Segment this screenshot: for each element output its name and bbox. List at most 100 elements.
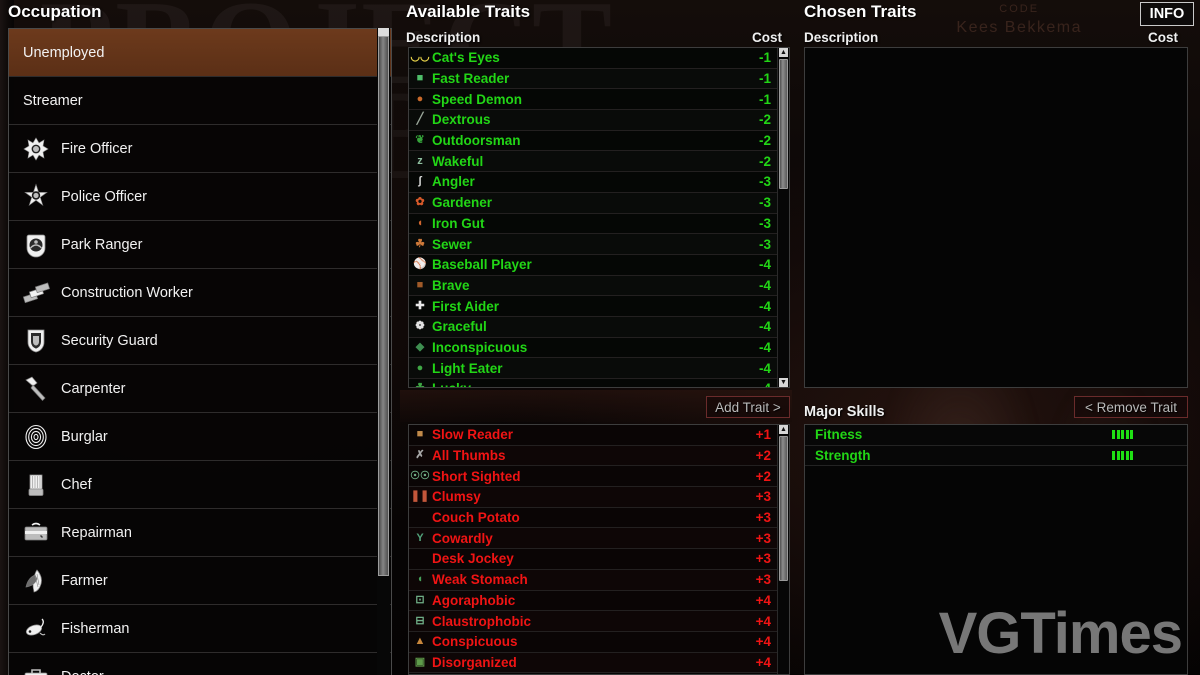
major-skill-name: Strength [815, 448, 871, 464]
occupation-item-park-ranger[interactable]: Park Ranger [9, 221, 391, 269]
trait-cost: -2 [758, 112, 771, 128]
trait-row[interactable]: ◖ Iron Gut -3 [409, 213, 777, 235]
trait-row[interactable]: ✗ All Thumbs +2 [409, 445, 777, 467]
negative-traits-scroll-thumb[interactable] [779, 436, 788, 581]
positive-traits-scrollbar[interactable]: ▲ ▼ [777, 48, 789, 387]
occupation-scroll-thumb[interactable] [378, 36, 389, 576]
credit-label: CODE [999, 3, 1040, 15]
trait-cost: +3 [755, 510, 771, 526]
trait-row[interactable]: Υ Cowardly +3 [409, 528, 777, 550]
occupation-item-construction-worker[interactable]: Construction Worker [9, 269, 391, 317]
bear-icon: ■ [416, 278, 424, 291]
chosen-traits-description-header: Description [804, 30, 879, 45]
cat-eyes-icon: ◡◡ [410, 51, 430, 64]
occupation-item-label: Burglar [61, 428, 108, 445]
occupation-item-label: Unemployed [23, 44, 105, 61]
trait-row[interactable]: ✚ First Aider -4 [409, 296, 777, 317]
negative-traits-scroll-up-arrow[interactable]: ▲ [779, 425, 788, 434]
trait-name: First Aider [432, 298, 500, 314]
occupation-item-repairman[interactable]: Repairman [9, 509, 391, 557]
trait-cost: +4 [755, 634, 771, 650]
trait-row[interactable]: ☘ Sewer -3 [409, 234, 777, 255]
positive-traits-scroll-down-arrow[interactable]: ▼ [779, 378, 788, 387]
occupation-item-farmer[interactable]: Farmer [9, 557, 391, 605]
trait-cost: -4 [758, 298, 771, 314]
trait-name: Claustrophobic [432, 613, 532, 629]
occupation-item-label: Police Officer [61, 188, 147, 205]
trait-row[interactable]: ◡◡ Cat's Eyes -1 [409, 48, 777, 69]
trait-name: Short Sighted [432, 468, 521, 484]
trait-cost: +3 [755, 572, 771, 588]
vgtimes-watermark: VGTimes [938, 601, 1183, 666]
trait-row[interactable]: ◆ Inconspicuous -4 [409, 337, 777, 359]
occupation-item-streamer[interactable]: Streamer [9, 77, 391, 125]
scared-icon: Υ [416, 531, 424, 544]
trait-cost: +1 [755, 427, 771, 443]
fingerprint-icon [21, 422, 51, 452]
occupation-scrollbar[interactable] [377, 28, 390, 675]
trait-row[interactable]: ■ Slow Reader +1 [409, 425, 777, 446]
occupation-item-police-officer[interactable]: Police Officer [9, 173, 391, 221]
trait-cost: -4 [751, 381, 771, 387]
trait-row[interactable]: ✿ Gardener -3 [409, 192, 777, 214]
background-credit: CODE Kees Bekkema [956, 2, 1082, 38]
occupation-item-label: Security Guard [61, 332, 158, 349]
trait-name: Weak Stomach [432, 572, 528, 588]
occupation-item-fire-officer[interactable]: Fire Officer [9, 125, 391, 173]
chosen-traits-list[interactable] [804, 47, 1188, 388]
positive-traits-scroll-thumb[interactable] [779, 59, 788, 189]
trait-row[interactable]: ▲ Conspicuous +4 [409, 631, 777, 653]
trait-row[interactable]: ■ Fast Reader -1 [409, 68, 777, 90]
trait-row[interactable]: ❦ Outdoorsman -2 [409, 130, 777, 152]
trait-row[interactable]: z Wakeful -2 [409, 151, 777, 173]
trait-row[interactable]: ❚❚ Clumsy +3 [409, 487, 777, 508]
trait-row[interactable]: ⊡ Agoraphobic +4 [409, 590, 777, 612]
trait-name: Cowardly [432, 530, 493, 546]
trait-row[interactable]: ❁ Graceful -4 [409, 316, 777, 338]
trait-row[interactable]: ☘ Lucky-4 [409, 379, 777, 387]
negative-traits-list[interactable]: ■ Slow Reader +1 ✗ All Thumbs +2 ☉☉ Short Sight… [408, 424, 790, 675]
corn-icon [21, 566, 51, 596]
info-button[interactable]: INFO [1140, 2, 1194, 26]
positive-traits-scroll-up-arrow[interactable]: ▲ [779, 48, 788, 57]
trait-name: Brave [432, 277, 470, 293]
trait-row[interactable]: ■ Brave -4 [409, 275, 777, 297]
occupation-item-doctor[interactable]: Doctor [9, 653, 391, 675]
trait-cost: +4 [755, 592, 771, 608]
baseball-icon: ⚾ [413, 258, 427, 271]
occupation-item-burglar[interactable]: Burglar [9, 413, 391, 461]
trait-row[interactable]: Couch Potato +3 [409, 507, 777, 529]
occupation-item-label: Farmer [61, 572, 108, 589]
occupation-item-label: Fire Officer [61, 140, 133, 157]
flower-icon: ✿ [415, 196, 425, 209]
trait-row[interactable]: ▣ Disorganized +4 [409, 652, 777, 674]
trait-row[interactable]: ● Speed Demon -1 [409, 89, 777, 111]
trait-row[interactable]: ● Light Eater -4 [409, 358, 777, 379]
chosen-traits-title: Chosen Traits [804, 2, 917, 21]
trait-row[interactable]: ╱ Dextrous -2 [409, 110, 777, 131]
glasses-icon: ☉☉ [410, 469, 430, 482]
trait-row[interactable]: ⊟ Claustrophobic +4 [409, 611, 777, 632]
occupation-item-carpenter[interactable]: Carpenter [9, 365, 391, 413]
occupation-item-chef[interactable]: Chef [9, 461, 391, 509]
occupation-item-fisherman[interactable]: Fisherman [9, 605, 391, 653]
remove-trait-button[interactable]: < Remove Trait [1074, 396, 1188, 418]
trait-row[interactable]: ◖ Weak Stomach +3 [409, 569, 777, 591]
major-skill-level-bars [1112, 451, 1181, 461]
add-trait-button[interactable]: Add Trait > [706, 396, 790, 418]
occupation-item-unemployed[interactable]: Unemployed [9, 29, 391, 77]
occupation-list[interactable]: Unemployed Streamer Fire Officer Police Off… [8, 28, 392, 675]
trait-row[interactable]: ⚾ Baseball Player -4 [409, 254, 777, 276]
trait-row[interactable]: Desk Jockey +3 [409, 549, 777, 570]
security-badge-icon [21, 326, 51, 356]
negative-traits-scrollbar[interactable]: ▲ [777, 425, 789, 674]
occupation-item-security-guard[interactable]: Security Guard [9, 317, 391, 365]
positive-traits-list[interactable]: ◡◡ Cat's Eyes -1 ■ Fast Reader -1 ● Speed Demon… [408, 47, 790, 388]
book-icon: ■ [416, 72, 424, 85]
trait-row[interactable]: ʃ Angler -3 [409, 172, 777, 193]
trait-cost: -4 [758, 319, 771, 335]
bricks-icon [21, 278, 51, 308]
major-skill-level-bars [1112, 430, 1181, 440]
trait-row[interactable]: ☉☉ Short Sighted +2 [409, 466, 777, 488]
trait-name: Gardener [432, 195, 493, 211]
